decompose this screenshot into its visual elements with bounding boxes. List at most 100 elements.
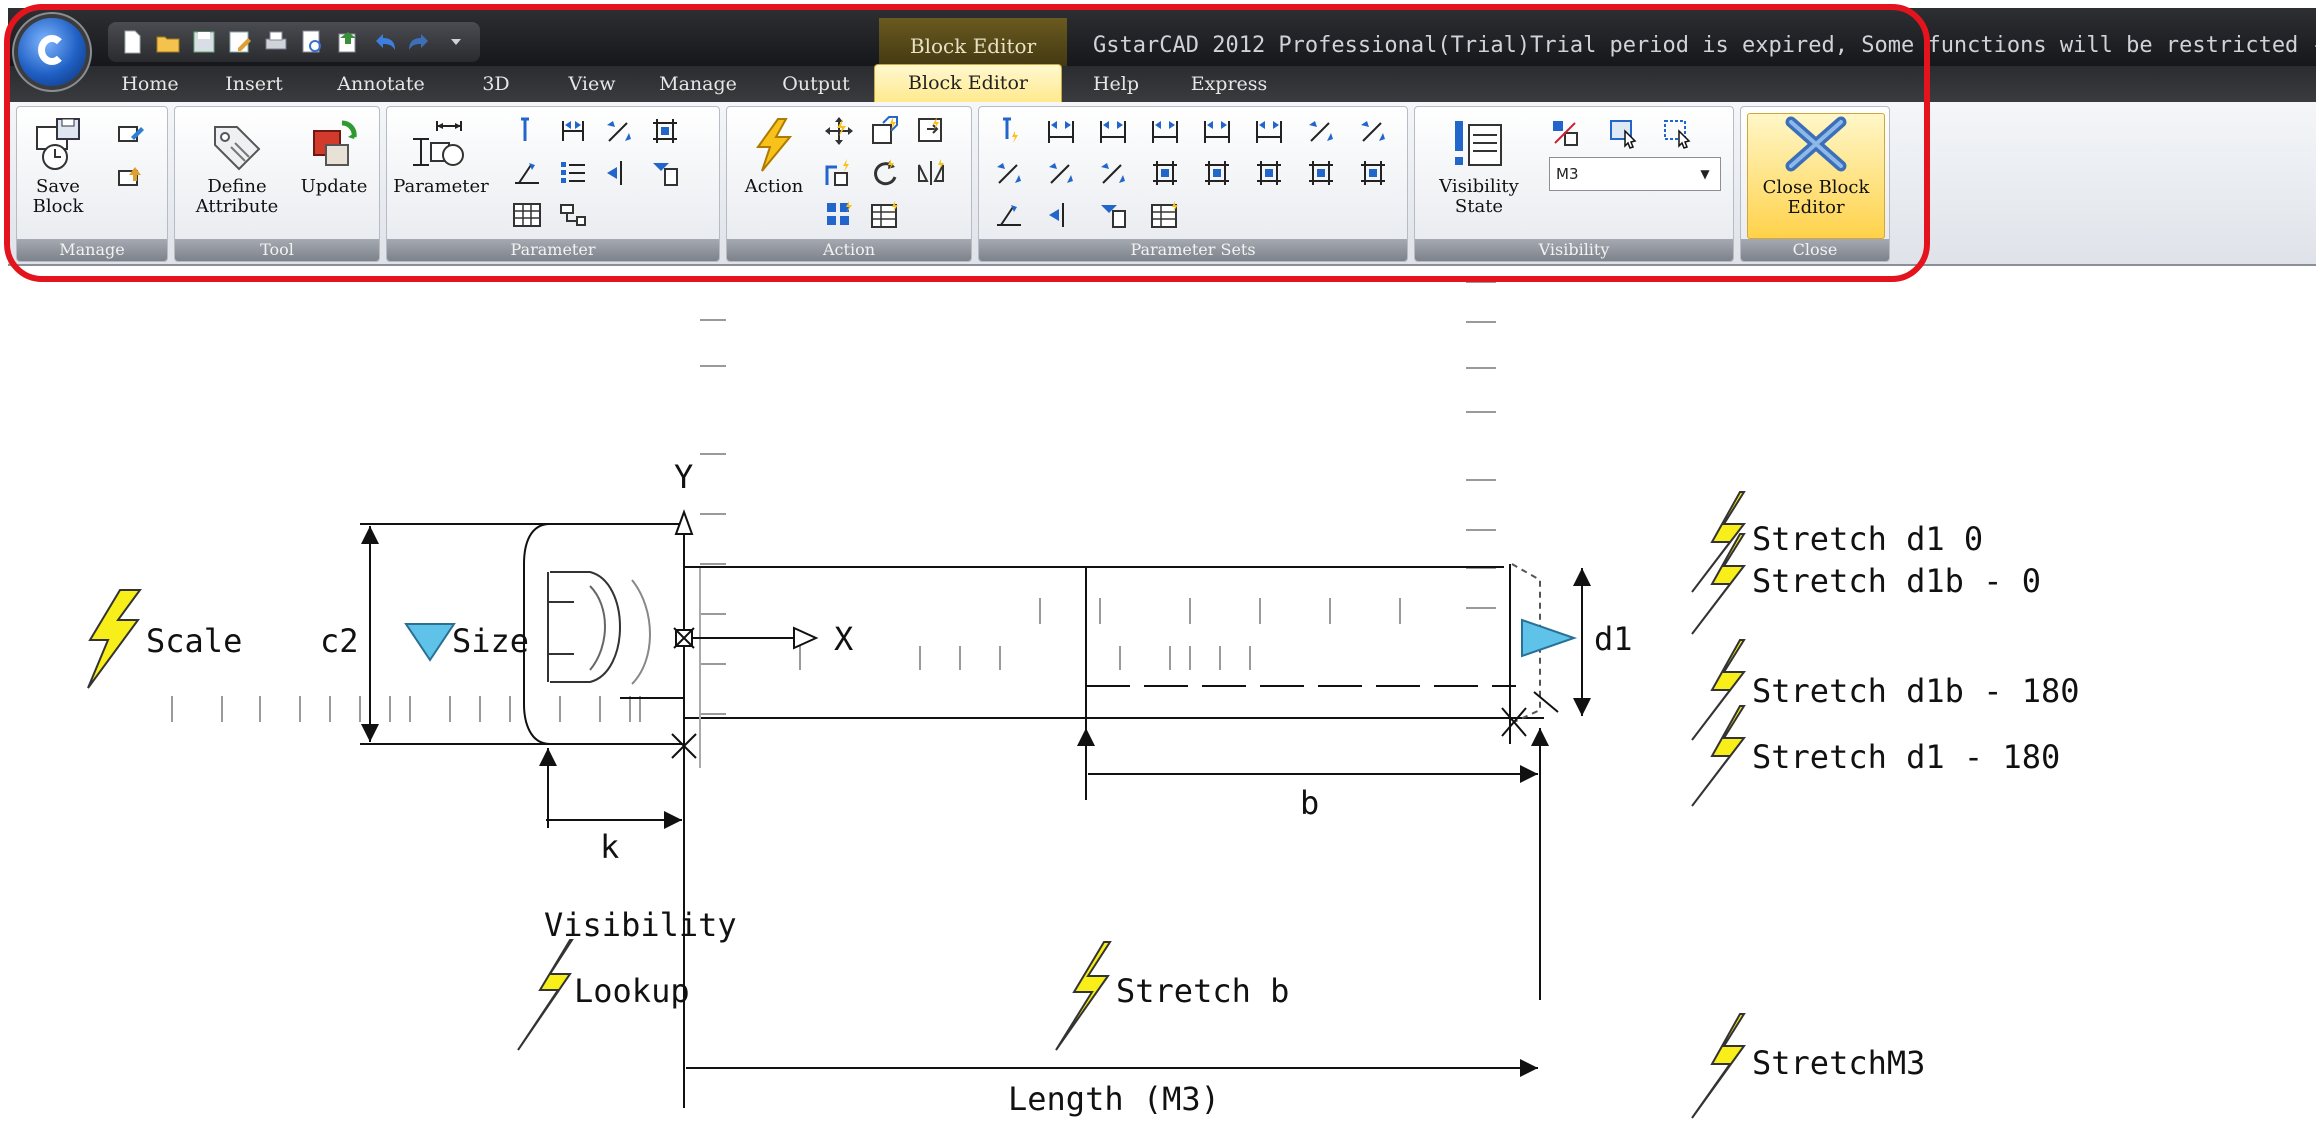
- lookup-set-icon[interactable]: [1149, 199, 1181, 231]
- save-icon[interactable]: [190, 28, 218, 56]
- size-grip-icon[interactable]: [404, 623, 456, 662]
- action-icons[interactable]: [87, 491, 1747, 1119]
- flip-set-icon[interactable]: [1045, 199, 1077, 231]
- linear-stretch-set-icon[interactable]: [1097, 115, 1129, 147]
- tab-block-editor[interactable]: Block Editor: [874, 64, 1062, 104]
- save-as-icon[interactable]: [226, 28, 254, 56]
- parameter-panel: Parameter Parameter: [386, 106, 720, 262]
- stretch-m3-action-bolt-icon: [1691, 1013, 1746, 1119]
- title-bar: Block Editor GstarCAD 2012 Professional(…: [8, 8, 2316, 74]
- chevron-down-icon[interactable]: ▼: [1694, 158, 1716, 190]
- tab-insert[interactable]: Insert: [204, 66, 304, 102]
- tool-panel: Define Attribute Update Tool: [174, 106, 380, 262]
- linear-parameter-icon[interactable]: [557, 115, 589, 147]
- tab-home[interactable]: Home: [110, 66, 190, 102]
- gstarcad-logo-icon[interactable]: [18, 18, 86, 86]
- tab-help[interactable]: Help: [1078, 66, 1154, 102]
- new-icon[interactable]: [118, 28, 146, 56]
- undo-icon[interactable]: [370, 28, 398, 56]
- make-invisible-icon[interactable]: [1661, 117, 1693, 149]
- point-move-set-icon[interactable]: [993, 115, 1025, 147]
- lookup-action-icon[interactable]: [869, 199, 901, 231]
- visibility-state-value: M3: [1556, 165, 1579, 183]
- linear-move-pair-set-icon[interactable]: [1201, 115, 1233, 147]
- rotation-set-icon[interactable]: [1357, 157, 1389, 189]
- stretch-d1-180-action-label: Stretch d1 - 180: [1752, 738, 2060, 776]
- parameter-label: Parameter: [393, 176, 489, 197]
- polar-array-set-icon[interactable]: [993, 157, 1025, 189]
- close-block-editor-button[interactable]: Close Block Editor: [1747, 113, 1885, 239]
- xy-move-box-set-icon[interactable]: [1253, 157, 1285, 189]
- polar-stretch-action-icon[interactable]: [823, 157, 855, 189]
- update-button[interactable]: Update: [293, 117, 375, 197]
- stretch-action-icon[interactable]: [915, 115, 947, 147]
- redo-icon[interactable]: [406, 28, 434, 56]
- linear-stretch-pair-set-icon[interactable]: [1253, 115, 1285, 147]
- customize-icon[interactable]: [442, 28, 470, 56]
- stretch-d1b-180-action-bolt-icon: [1691, 639, 1747, 741]
- move-action-icon[interactable]: [823, 115, 855, 147]
- block-authoring-palette-icon[interactable]: [115, 161, 147, 193]
- xy-move-pair-set-icon[interactable]: [1201, 157, 1233, 189]
- stretch-b-action-label: Stretch b: [1116, 972, 1289, 1010]
- close-panel-title: Close: [1741, 239, 1889, 261]
- flip-parameter-icon[interactable]: [603, 157, 635, 189]
- rotation-rotate-set-icon[interactable]: [993, 199, 1025, 231]
- preview-icon[interactable]: [298, 28, 326, 56]
- parameter-button[interactable]: Parameter: [391, 117, 491, 197]
- tab-view[interactable]: View: [552, 66, 632, 102]
- xy-move-set-icon[interactable]: [1149, 157, 1181, 189]
- tab-output[interactable]: Output: [768, 66, 864, 102]
- xy-parameter-icon[interactable]: [649, 115, 681, 147]
- parameter-sets-panel-title: Parameter Sets: [979, 239, 1407, 261]
- tab-annotate[interactable]: Annotate: [326, 66, 436, 102]
- array-action-icon[interactable]: [823, 199, 855, 231]
- publish-icon[interactable]: [334, 28, 362, 56]
- polar-stretch-set-icon[interactable]: [1357, 115, 1389, 147]
- save-block-button[interactable]: Save Block: [23, 117, 93, 217]
- tab-3d[interactable]: 3D: [466, 66, 526, 102]
- tab-express[interactable]: Express: [1174, 66, 1284, 102]
- print-icon[interactable]: [262, 28, 290, 56]
- point-parameter-icon[interactable]: [511, 115, 543, 147]
- manage-panel: Save Block Manage: [16, 106, 168, 262]
- visibility-set-icon[interactable]: [1097, 199, 1129, 231]
- rotate-action-icon[interactable]: [869, 157, 901, 189]
- define-attribute-button[interactable]: Define Attribute: [181, 117, 293, 217]
- block-authoring-test-icon[interactable]: [115, 119, 147, 151]
- define-attribute-label: Define Attribute: [195, 176, 279, 217]
- action-button[interactable]: Action: [731, 117, 817, 197]
- visibility-state-button[interactable]: Visibility State: [1419, 117, 1539, 217]
- gstarcad-window: Block Editor GstarCAD 2012 Professional(…: [0, 0, 2316, 1127]
- rotation-parameter-icon[interactable]: [511, 157, 543, 189]
- polar-move-pair-set-icon[interactable]: [1045, 157, 1077, 189]
- scale-action-icon[interactable]: [869, 115, 901, 147]
- open-icon[interactable]: [154, 28, 182, 56]
- polar-stretch-pair-set-icon[interactable]: [1097, 157, 1129, 189]
- lookup-action-label: Lookup: [574, 972, 690, 1010]
- save-block-label: Save Block: [32, 176, 84, 217]
- visibility-panel-title: Visibility: [1415, 239, 1733, 261]
- visibility-state-select[interactable]: M3 ▼: [1549, 157, 1721, 191]
- drawing-canvas[interactable]: Y X c2 d1 k b Length (M3) Size Scale Vis…: [0, 268, 2316, 1127]
- d1-grip-icon[interactable]: [1521, 618, 1578, 658]
- visibility-parameter-icon[interactable]: [649, 157, 681, 189]
- tab-manage[interactable]: Manage: [648, 66, 748, 102]
- visibility-panel: Visibility State M3 ▼ Visibility: [1414, 106, 1734, 262]
- lookup-table-icon[interactable]: [511, 199, 543, 231]
- make-visible-icon[interactable]: [1607, 117, 1639, 149]
- action-label: Action: [744, 176, 804, 197]
- parameter-dimension-icon: [413, 121, 464, 166]
- polar-move-set-icon[interactable]: [1305, 115, 1337, 147]
- base-point-parameter-icon[interactable]: [557, 199, 589, 231]
- linear-array-set-icon[interactable]: [1149, 115, 1181, 147]
- close-x-icon: [1785, 116, 1847, 172]
- stretch-d1-0-action-label: Stretch d1 0: [1752, 520, 1983, 558]
- flip-action-icon[interactable]: [915, 157, 947, 189]
- polar-parameter-icon[interactable]: [603, 115, 635, 147]
- action-panel: Action Action: [726, 106, 972, 262]
- alignment-parameter-icon[interactable]: [557, 157, 589, 189]
- linear-move-set-icon[interactable]: [1045, 115, 1077, 147]
- visibility-mode-icon[interactable]: [1549, 117, 1581, 149]
- xy-array-box-set-icon[interactable]: [1305, 157, 1337, 189]
